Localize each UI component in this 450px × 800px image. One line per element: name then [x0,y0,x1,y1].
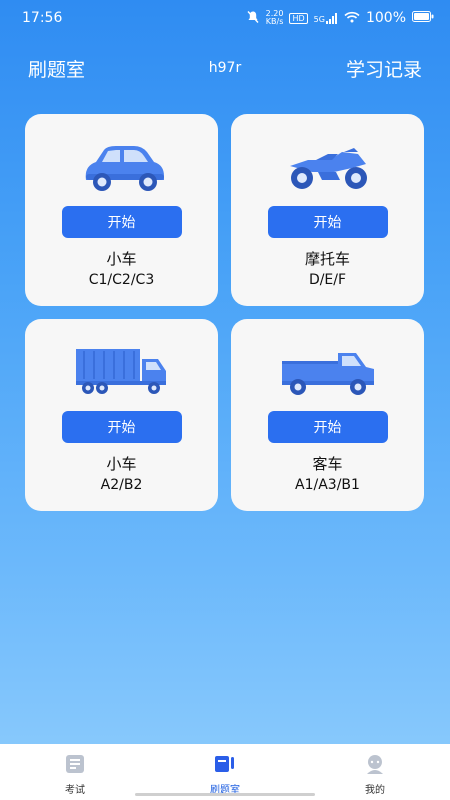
card-license-classes: D/E/F [308,272,347,288]
status-icons: 2.20 KB/s HD 5G 100% [246,10,434,27]
card-title: 摩托车 [304,250,350,268]
truck-icon [72,341,172,401]
profile-icon [364,754,386,778]
hd-badge: HD [289,12,308,24]
home-indicator[interactable] [135,793,315,796]
motorcycle-icon [278,136,378,196]
status-time: 17:56 [22,10,63,26]
signal-icon: 5G [313,12,338,24]
practice-icon [213,754,237,778]
start-button-truck[interactable]: 开始 [61,411,182,443]
category-card-truck: 开始 小车 A2/B2 [25,319,218,511]
battery-percent: 100% [365,10,406,26]
card-license-classes: A1/A3/B1 [295,477,360,493]
exam-icon [64,754,86,778]
category-card-motorcycle: 开始 摩托车 D/E/F [231,114,424,306]
start-button-car[interactable]: 开始 [61,206,182,238]
status-bar: 17:56 2.20 KB/s HD 5G 100% [0,0,450,36]
start-button-motorcycle[interactable]: 开始 [267,206,388,238]
network-speed: 2.20 KB/s [265,9,284,26]
tab-exam[interactable]: 考试 [25,744,125,796]
card-license-classes: A2/B2 [100,477,143,493]
mute-icon [246,10,260,27]
tab-label: 考试 [65,785,85,796]
card-title: 小车 [106,455,137,473]
pickup-truck-icon [278,341,378,401]
tab-profile[interactable]: 我的 [325,744,425,796]
vehicle-category-grid: 开始 小车 C1/C2/C3 开始 摩托车 D/E/F 开始 小车 A2/B2 … [25,114,425,511]
bottom-tab-bar: 考试 刷题室 我的 [0,744,450,800]
category-card-car: 开始 小车 C1/C2/C3 [25,114,218,306]
wifi-icon [344,11,360,26]
tab-label: 我的 [365,785,385,796]
tab-practice[interactable]: 刷题室 [175,744,275,796]
study-record-link[interactable]: 学习记录 [346,55,422,82]
card-license-classes: C1/C2/C3 [88,272,155,288]
page-title: 刷题室 [28,58,86,81]
card-title: 小车 [106,250,137,268]
car-icon [72,136,172,196]
category-card-bus: 开始 客车 A1/A3/B1 [231,319,424,511]
network-type: 5G [313,14,325,24]
battery-icon [412,11,434,25]
page-header: 刷题室 h97r 学习记录 [0,50,450,86]
start-button-bus[interactable]: 开始 [267,411,388,443]
card-title: 客车 [312,455,343,473]
